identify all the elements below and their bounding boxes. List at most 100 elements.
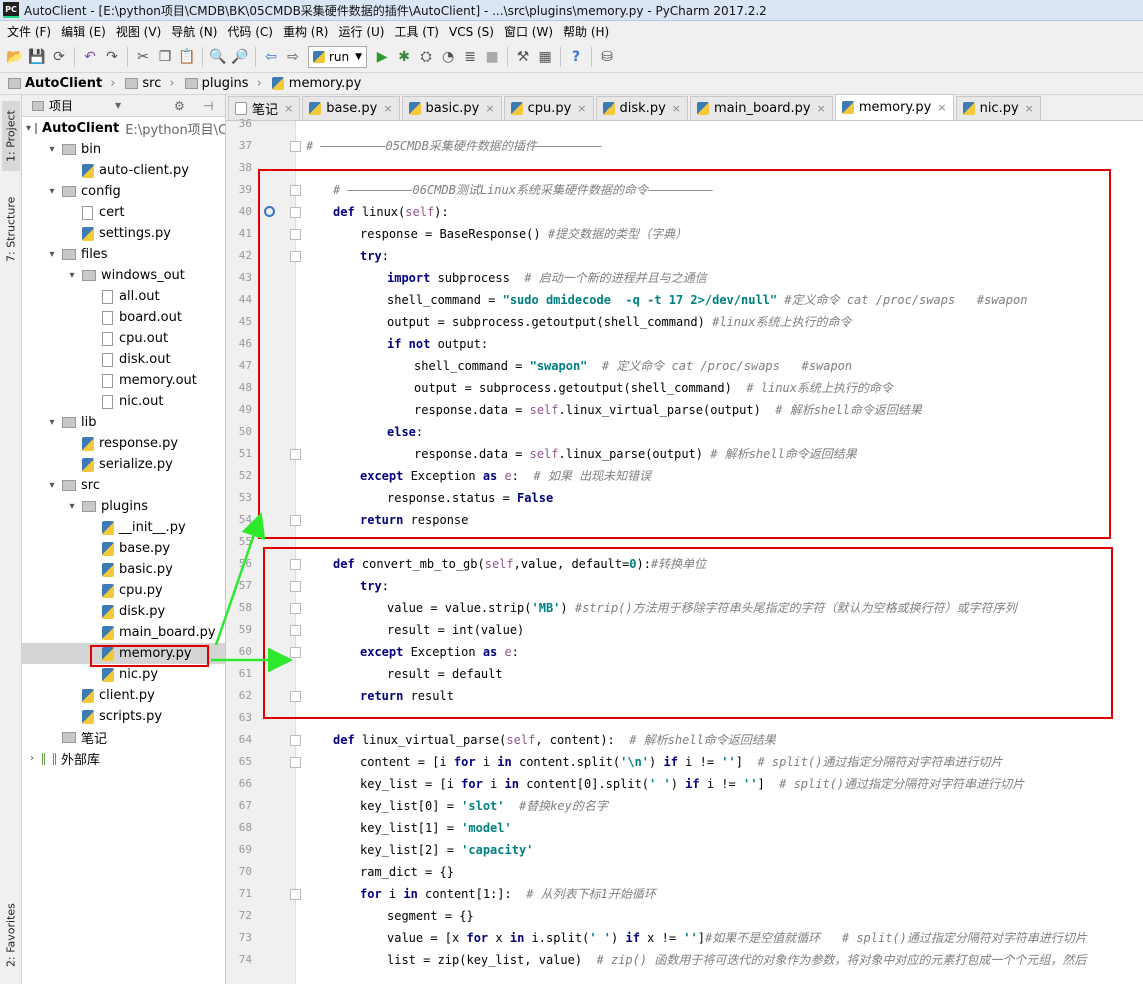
tab-base-py[interactable]: base.py × [302, 96, 400, 120]
menu-item[interactable]: 文件 (F) [2, 23, 56, 40]
tab-basic-py[interactable]: basic.py × [401, 96, 502, 120]
run-config-select[interactable]: run ▼ [308, 46, 368, 68]
tree-item-item[interactable]: 笔记 [22, 727, 225, 748]
help-icon[interactable]: ? [566, 47, 586, 67]
tab-favorites[interactable]: 2: Favorites [2, 895, 20, 975]
expand-arrow-icon[interactable]: ▾ [66, 501, 78, 512]
tree-item-autoclient[interactable]: ▾ AutoClient E:\python项目\C [22, 118, 225, 139]
tree-item-basic-py[interactable]: basic.py [22, 559, 225, 580]
expand-arrow-icon[interactable]: ▾ [46, 417, 58, 428]
menu-item[interactable]: 代码 (C) [222, 23, 278, 40]
coverage-icon[interactable]: ⛭ [416, 47, 436, 67]
debug-icon[interactable]: ✱ [394, 47, 414, 67]
tree-item-disk-py[interactable]: disk.py [22, 601, 225, 622]
breadcrumb-item[interactable]: AutoClient › [8, 76, 115, 91]
fold-marker-icon[interactable] [290, 735, 301, 746]
vcs-icon[interactable]: ⛁ [597, 47, 617, 67]
tree-item-config[interactable]: ▾ config [22, 181, 225, 202]
tree-item-nic-out[interactable]: nic.out [22, 391, 225, 412]
tree-item-lib[interactable]: ▾ lib [22, 412, 225, 433]
close-icon[interactable]: × [1025, 102, 1034, 115]
expand-arrow-icon[interactable]: ▾ [26, 123, 31, 134]
expand-arrow-icon[interactable]: ▾ [46, 480, 58, 491]
tree-item-base-py[interactable]: base.py [22, 538, 225, 559]
tree-item-windows-out[interactable]: ▾ windows_out [22, 265, 225, 286]
tab-structure[interactable]: 7: Structure [2, 189, 20, 269]
tree-item-plugins[interactable]: ▾ plugins [22, 496, 225, 517]
tree-item-cert[interactable]: cert [22, 202, 225, 223]
breadcrumb-item[interactable]: plugins › [184, 76, 262, 91]
paste-icon[interactable]: 📋 [177, 47, 197, 67]
concurrency-icon[interactable]: ≣ [460, 47, 480, 67]
open-icon[interactable]: 📂 [5, 47, 25, 67]
tree-item-init-py[interactable]: __init__.py [22, 517, 225, 538]
close-icon[interactable]: × [672, 102, 681, 115]
forward-icon[interactable]: ⇨ [283, 47, 303, 67]
menu-item[interactable]: 编辑 (E) [56, 23, 111, 40]
fold-marker-icon[interactable] [290, 757, 301, 768]
tree-item-main-board-py[interactable]: main_board.py [22, 622, 225, 643]
collapse-icon[interactable]: ⊣ [203, 99, 213, 113]
run-icon[interactable]: ▶ [372, 47, 392, 67]
tab-disk-py[interactable]: disk.py × [595, 96, 688, 120]
menu-item[interactable]: 运行 (U) [334, 23, 390, 40]
tree-item-item[interactable]: › 外部库 [22, 748, 225, 769]
close-icon[interactable]: × [485, 102, 494, 115]
close-icon[interactable]: × [817, 102, 826, 115]
close-icon[interactable]: × [284, 102, 293, 115]
tree-item-serialize-py[interactable]: serialize.py [22, 454, 225, 475]
replace-icon[interactable]: 🔎 [230, 47, 250, 67]
tree-item-settings-py[interactable]: settings.py [22, 223, 225, 244]
tree-item-board-out[interactable]: board.out [22, 307, 225, 328]
tree-item-src[interactable]: ▾ src [22, 475, 225, 496]
fold-marker-icon[interactable] [290, 141, 301, 152]
close-icon[interactable]: × [383, 102, 392, 115]
tree-item-bin[interactable]: ▾ bin [22, 139, 225, 160]
tab-memory-py[interactable]: memory.py × [834, 94, 954, 120]
fold-marker-icon[interactable] [290, 889, 301, 900]
breadcrumb-item[interactable]: memory.py [271, 76, 361, 91]
menu-item[interactable]: 帮助 (H) [558, 23, 614, 40]
back-icon[interactable]: ⇦ [261, 47, 281, 67]
tree-item-disk-out[interactable]: disk.out [22, 349, 225, 370]
profile-icon[interactable]: ◔ [438, 47, 458, 67]
tree-item-memory-out[interactable]: memory.out [22, 370, 225, 391]
tab-nic-py[interactable]: nic.py × [955, 96, 1041, 120]
close-icon[interactable]: × [577, 102, 586, 115]
undo-icon[interactable]: ↶ [80, 47, 100, 67]
chevron-down-icon[interactable]: ▼ [115, 101, 121, 110]
expand-arrow-icon[interactable]: ▾ [66, 270, 78, 281]
tab-main-board-py[interactable]: main_board.py × [689, 96, 833, 120]
tree-item-nic-py[interactable]: nic.py [22, 664, 225, 685]
save-icon[interactable]: 💾 [27, 47, 47, 67]
tree-item-cpu-out[interactable]: cpu.out [22, 328, 225, 349]
menu-item[interactable]: 视图 (V) [111, 23, 166, 40]
menu-item[interactable]: 工具 (T) [389, 23, 444, 40]
tree-item-files[interactable]: ▾ files [22, 244, 225, 265]
tree-item-cpu-py[interactable]: cpu.py [22, 580, 225, 601]
gear-icon[interactable]: ⚙ [174, 99, 185, 113]
tree-item-auto-client-py[interactable]: auto-client.py [22, 160, 225, 181]
tree-item-all-out[interactable]: all.out [22, 286, 225, 307]
tab-project[interactable]: 1: Project [2, 101, 20, 171]
close-icon[interactable]: × [937, 101, 946, 114]
breadcrumb-item[interactable]: src › [125, 76, 175, 91]
tree-item-client-py[interactable]: client.py [22, 685, 225, 706]
cut-icon[interactable]: ✂ [133, 47, 153, 67]
redo-icon[interactable]: ↷ [102, 47, 122, 67]
copy-icon[interactable]: ❐ [155, 47, 175, 67]
find-icon[interactable]: 🔍 [208, 47, 228, 67]
stop-icon[interactable]: ■ [482, 47, 502, 67]
expand-arrow-icon[interactable]: ▾ [46, 144, 58, 155]
menu-item[interactable]: 导航 (N) [166, 23, 222, 40]
tab-cpu-py[interactable]: cpu.py × [503, 96, 594, 120]
menu-item[interactable]: 窗口 (W) [499, 23, 558, 40]
menu-item[interactable]: VCS (S) [444, 25, 499, 39]
collapse-arrow-icon[interactable]: › [26, 753, 38, 764]
structure-icon[interactable]: ▦ [535, 47, 555, 67]
sync-icon[interactable]: ⟳ [49, 47, 69, 67]
settings-icon[interactable]: ⚒ [513, 47, 533, 67]
tree-item-scripts-py[interactable]: scripts.py [22, 706, 225, 727]
tree-item-response-py[interactable]: response.py [22, 433, 225, 454]
menu-item[interactable]: 重构 (R) [278, 23, 334, 40]
